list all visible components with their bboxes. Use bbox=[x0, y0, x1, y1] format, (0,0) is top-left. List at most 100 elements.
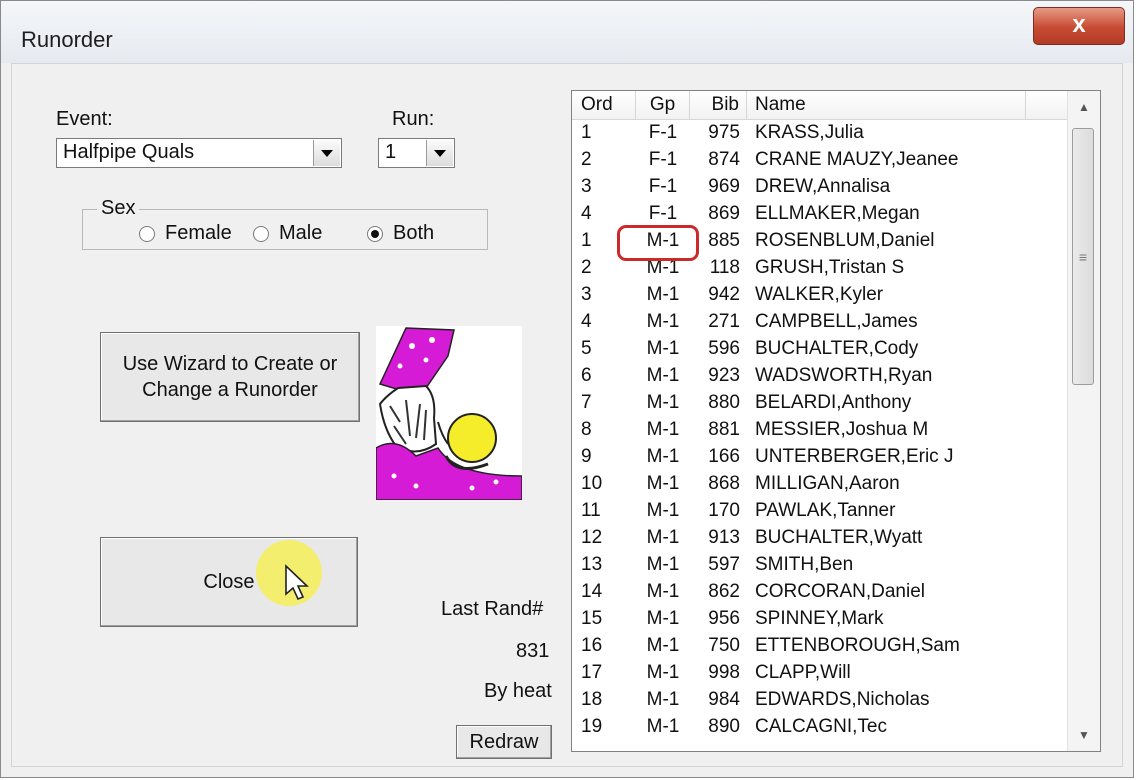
table-row[interactable]: 4 M-1 271 CAMPBELL,James bbox=[572, 308, 1068, 335]
redraw-button[interactable]: Redraw bbox=[456, 725, 552, 759]
row-name: CLAPP,Will bbox=[755, 662, 851, 683]
table-row[interactable]: 17 M-1 998 CLAPP,Will bbox=[572, 659, 1068, 686]
table-row[interactable]: 10 M-1 868 MILLIGAN,Aaron bbox=[572, 470, 1068, 497]
row-bib: 869 bbox=[708, 203, 740, 224]
run-dropdown-value: 1 bbox=[385, 141, 397, 163]
table-row[interactable]: 8 M-1 881 MESSIER,Joshua M bbox=[572, 416, 1068, 443]
scroll-up-arrow-icon[interactable]: ▲ bbox=[1068, 93, 1100, 121]
row-ord: 16 bbox=[581, 635, 603, 656]
row-bib: 597 bbox=[708, 554, 740, 575]
row-bib: 166 bbox=[708, 446, 740, 467]
row-group: M-1 bbox=[646, 311, 680, 332]
highlight-annotation bbox=[617, 225, 699, 261]
scroll-down-arrow-icon[interactable]: ▼ bbox=[1068, 721, 1100, 749]
column-header-gp[interactable]: Gp bbox=[636, 91, 690, 119]
radio-button-icon bbox=[253, 225, 269, 242]
row-ord: 5 bbox=[581, 338, 592, 359]
table-row[interactable]: 15 M-1 956 SPINNEY,Mark bbox=[572, 605, 1068, 632]
vertical-scrollbar[interactable]: ▲ ≡ ▼ bbox=[1067, 91, 1100, 751]
row-bib: 998 bbox=[708, 662, 740, 683]
row-bib: 942 bbox=[708, 284, 740, 305]
table-row[interactable]: 18 M-1 984 EDWARDS,Nicholas bbox=[572, 686, 1068, 713]
event-dropdown[interactable]: Halfpipe Quals bbox=[56, 138, 342, 168]
table-row[interactable]: 9 M-1 166 UNTERBERGER,Eric J bbox=[572, 443, 1068, 470]
sex-radio-female[interactable]: Female bbox=[139, 222, 232, 245]
row-ord: 9 bbox=[581, 446, 592, 467]
dialog-body: Event: Halfpipe Quals Run: 1 Sex Female … bbox=[11, 63, 1123, 767]
row-ord: 1 bbox=[581, 122, 592, 143]
table-row[interactable]: 7 M-1 880 BELARDI,Anthony bbox=[572, 389, 1068, 416]
wizard-button-line-1: Use Wizard to Create or bbox=[122, 353, 338, 375]
table-row[interactable]: 5 M-1 596 BUCHALTER,Cody bbox=[572, 335, 1068, 362]
row-group: M-1 bbox=[646, 500, 680, 521]
row-group: M-1 bbox=[646, 662, 680, 683]
table-row[interactable]: 1 F-1 975 KRASS,Julia bbox=[572, 119, 1068, 146]
row-name: BUCHALTER,Cody bbox=[755, 338, 919, 359]
scroll-thumb[interactable]: ≡ bbox=[1072, 128, 1094, 385]
row-group: M-1 bbox=[646, 527, 680, 548]
row-group: F-1 bbox=[648, 203, 678, 224]
row-name: WALKER,Kyler bbox=[755, 284, 884, 305]
row-group: M-1 bbox=[646, 473, 680, 494]
row-group: M-1 bbox=[646, 635, 680, 656]
sex-radio-label: Female bbox=[165, 222, 232, 244]
row-group: F-1 bbox=[648, 176, 678, 197]
row-bib: 880 bbox=[708, 392, 740, 413]
table-row[interactable]: 19 M-1 890 CALCAGNI,Tec bbox=[572, 713, 1068, 740]
by-heat-label: By heat bbox=[484, 680, 552, 702]
column-header-name[interactable]: Name bbox=[747, 91, 1026, 119]
runorder-list[interactable]: Ord Gp Bib Name 1 F-1 975 KRASS,Julia 2 F-1 87… bbox=[571, 90, 1101, 752]
row-ord: 3 bbox=[581, 284, 592, 305]
sex-radio-label: Male bbox=[279, 222, 323, 244]
run-dropdown-arrow[interactable] bbox=[426, 140, 453, 166]
row-group: M-1 bbox=[646, 365, 680, 386]
column-header-bib[interactable]: Bib bbox=[690, 91, 747, 119]
row-ord: 2 bbox=[581, 257, 592, 278]
row-ord: 18 bbox=[581, 689, 603, 710]
sex-radio-male[interactable]: Male bbox=[253, 222, 322, 245]
event-dropdown-value: Halfpipe Quals bbox=[63, 141, 195, 163]
grip-icon: ≡ bbox=[1078, 248, 1088, 265]
row-ord: 8 bbox=[581, 419, 592, 440]
window-close-button[interactable]: x bbox=[1033, 7, 1125, 45]
runorder-window: Runorder x Event: Halfpipe Quals Run: 1 … bbox=[0, 0, 1134, 778]
last-rand-value: 831 bbox=[516, 640, 550, 662]
table-row[interactable]: 6 M-1 923 WADSWORTH,Ryan bbox=[572, 362, 1068, 389]
table-row[interactable]: 2 F-1 874 CRANE MAUZY,Jeanee bbox=[572, 146, 1068, 173]
event-dropdown-arrow[interactable] bbox=[313, 140, 340, 166]
table-row[interactable]: 3 F-1 969 DREW,Annalisa bbox=[572, 173, 1068, 200]
row-group: M-1 bbox=[646, 716, 680, 737]
table-row[interactable]: 11 M-1 170 PAWLAK,Tanner bbox=[572, 497, 1068, 524]
row-name: CORCORAN,Daniel bbox=[755, 581, 925, 602]
sex-radio-both[interactable]: Both bbox=[367, 222, 434, 245]
run-dropdown[interactable]: 1 bbox=[378, 138, 455, 168]
row-bib: 118 bbox=[709, 257, 740, 278]
table-row[interactable]: 16 M-1 750 ETTENBOROUGH,Sam bbox=[572, 632, 1068, 659]
row-bib: 271 bbox=[708, 311, 740, 332]
row-name: SPINNEY,Mark bbox=[755, 608, 884, 629]
column-header-ord[interactable]: Ord bbox=[572, 91, 636, 119]
row-bib: 975 bbox=[708, 122, 740, 143]
table-row[interactable]: 13 M-1 597 SMITH,Ben bbox=[572, 551, 1068, 578]
table-row[interactable]: 14 M-1 862 CORCORAN,Daniel bbox=[572, 578, 1068, 605]
wizard-button[interactable]: Use Wizard to Create or Change a Runorde… bbox=[100, 332, 360, 422]
chevron-down-icon bbox=[434, 149, 446, 157]
table-row[interactable]: 3 M-1 942 WALKER,Kyler bbox=[572, 281, 1068, 308]
table-row[interactable]: 12 M-1 913 BUCHALTER,Wyatt bbox=[572, 524, 1068, 551]
row-group: M-1 bbox=[646, 392, 680, 413]
row-ord: 1 bbox=[581, 230, 592, 251]
mouse-pointer-icon bbox=[285, 564, 309, 601]
row-ord: 13 bbox=[581, 554, 603, 575]
row-name: ROSENBLUM,Daniel bbox=[755, 230, 935, 251]
row-name: ETTENBOROUGH,Sam bbox=[755, 635, 960, 656]
row-name: CALCAGNI,Tec bbox=[755, 716, 887, 737]
row-name: ELLMAKER,Megan bbox=[755, 203, 920, 224]
run-label: Run: bbox=[392, 108, 435, 130]
radio-button-icon bbox=[139, 225, 155, 242]
row-bib: 969 bbox=[708, 176, 740, 197]
row-ord: 2 bbox=[581, 149, 592, 170]
row-name: CAMPBELL,James bbox=[755, 311, 918, 332]
title-bar[interactable]: Runorder x bbox=[1, 1, 1133, 63]
table-row[interactable]: 4 F-1 869 ELLMAKER,Megan bbox=[572, 200, 1068, 227]
row-ord: 15 bbox=[581, 608, 603, 629]
